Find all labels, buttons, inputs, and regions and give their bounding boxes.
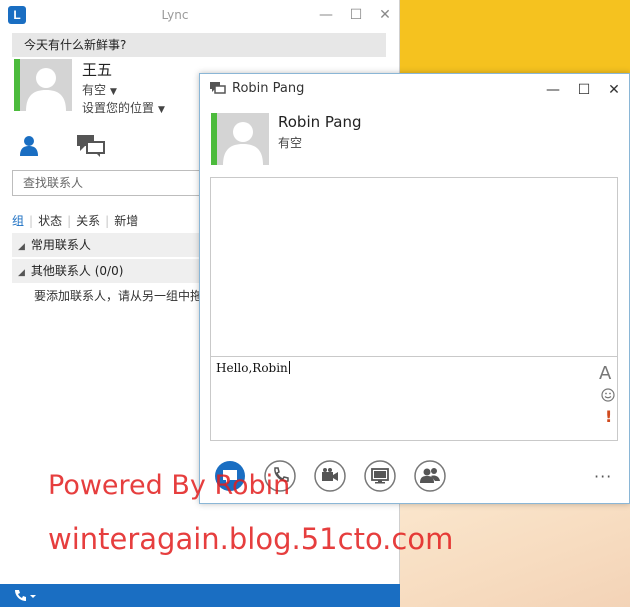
my-location-label: 设置您的位置	[82, 101, 155, 115]
group-label: 常用联系人	[30, 238, 91, 252]
chevron-down-icon: ▼	[110, 87, 117, 97]
watermark-line-2: winteragain.blog.51cto.com	[48, 522, 454, 556]
divider: |	[105, 214, 110, 228]
my-status-dropdown[interactable]: 有空 ▼	[82, 81, 117, 98]
more-options-button[interactable]: ···	[594, 467, 612, 486]
personal-note-input[interactable]: 今天有什么新鲜事?	[12, 33, 386, 57]
divider: |	[29, 214, 34, 228]
emoticon-icon[interactable]	[601, 388, 615, 402]
video-call-button[interactable]	[314, 460, 346, 492]
lync-status-bar	[0, 584, 400, 607]
divider: |	[67, 214, 72, 228]
group-other-contacts[interactable]: ◢ 其他联系人 (0/0)	[12, 259, 200, 283]
conversation-window: Robin Pang — ☐ ✕ Robin Pang 有空 Hello,Rob…	[199, 73, 630, 504]
font-format-button[interactable]: A	[599, 363, 611, 384]
maximize-icon[interactable]: ☐	[575, 81, 593, 99]
maximize-icon[interactable]: ☐	[347, 6, 365, 24]
contact-filter-tabs: 组 | 状态 | 关系 | 新增	[12, 212, 138, 229]
lync-window-title: Lync	[161, 8, 189, 22]
filter-tab-new[interactable]: 新增	[114, 212, 138, 229]
contact-name: Robin Pang	[278, 113, 362, 131]
message-compose-area[interactable]: Hello,Robin A !	[210, 356, 618, 441]
watermark-line-1: Powered By Robin	[48, 470, 291, 501]
collapse-triangle-icon: ◢	[18, 242, 25, 252]
group-favorites[interactable]: ◢ 常用联系人	[12, 233, 200, 257]
filter-tab-relationships[interactable]: 关系	[76, 212, 100, 229]
avatar-silhouette-icon	[223, 122, 263, 165]
empty-group-hint: 要添加联系人，请从另一组中拖	[34, 289, 200, 303]
chevron-down-icon: ▼	[158, 105, 165, 115]
conversation-title: Robin Pang	[232, 81, 305, 96]
phone-settings-icon	[15, 590, 36, 601]
my-avatar[interactable]	[14, 59, 72, 111]
contact-status: 有空	[278, 136, 303, 150]
contact-avatar[interactable]	[211, 113, 269, 165]
close-icon[interactable]: ✕	[376, 6, 394, 24]
call-forwarding-icon[interactable]	[12, 588, 40, 604]
filter-tab-groups[interactable]: 组	[12, 212, 24, 229]
compose-text: Hello,Robin	[216, 361, 288, 375]
group-label: 其他联系人 (0/0)	[30, 264, 124, 278]
minimize-icon[interactable]: —	[317, 6, 335, 24]
my-name: 王五	[82, 61, 113, 79]
minimize-icon[interactable]: —	[544, 81, 562, 99]
my-status-label: 有空	[82, 83, 107, 97]
high-importance-button[interactable]: !	[605, 407, 612, 426]
collapse-triangle-icon: ◢	[18, 268, 25, 278]
my-location-dropdown[interactable]: 设置您的位置 ▼	[82, 99, 165, 116]
contact-search-input[interactable]: 查找联系人	[12, 170, 212, 196]
close-icon[interactable]: ✕	[605, 81, 623, 99]
im-window-icon	[210, 82, 226, 94]
lync-titlebar[interactable]: L Lync — ☐ ✕	[0, 0, 400, 30]
message-history-pane[interactable]	[210, 177, 618, 357]
avatar-silhouette-icon	[26, 68, 66, 111]
contacts-tab-icon[interactable]	[18, 134, 40, 156]
filter-tab-status[interactable]: 状态	[38, 212, 62, 229]
conversations-tab-icon[interactable]	[76, 134, 106, 158]
add-participants-button[interactable]	[414, 460, 446, 492]
present-screen-button[interactable]	[364, 460, 396, 492]
